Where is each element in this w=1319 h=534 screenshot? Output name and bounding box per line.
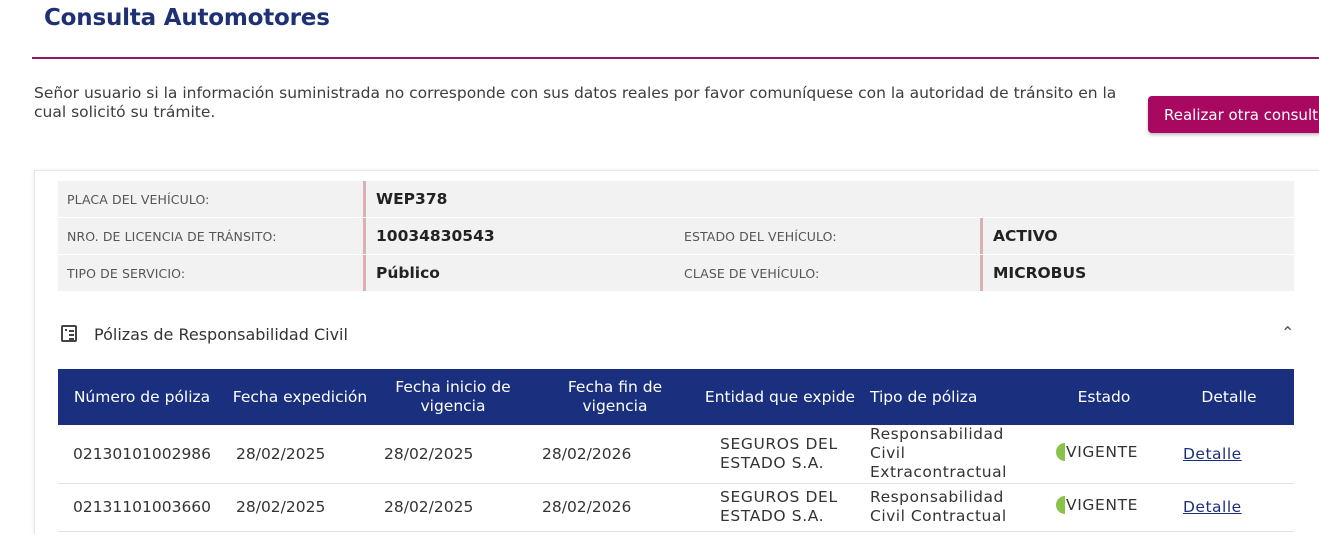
license-value: 10034830543 [363,218,495,254]
end-date: 28/02/2026 [532,483,698,532]
status-cell: VIGENTE [1044,483,1164,532]
policies-section-title: Pólizas de Responsabilidad Civil [94,325,348,344]
table-row: 02131101003660 28/02/2025 28/02/2025 28/… [58,483,1294,532]
policy-type: Responsabilidad Civil Extracontractual [862,425,1044,484]
vehicle-state-label: ESTADO DEL VEHÍCULO: [684,229,837,244]
vehicle-class-value: MICROBUS [980,255,1086,291]
detail-cell: Detalle [1164,483,1294,532]
status-text: VIGENTE [1066,496,1139,514]
detail-link[interactable]: Detalle [1183,445,1242,463]
column-header: Detalle [1164,369,1294,425]
policies-table: Número de póliza Fecha expedición Fecha … [58,369,1294,532]
detail-cell: Detalle [1164,425,1294,484]
title-divider [32,57,1319,59]
info-row-service: TIPO DE SERVICIO: Público CLASE DE VEHÍC… [58,255,1294,291]
start-date: 28/02/2025 [374,425,532,484]
info-row-license: NRO. DE LICENCIA DE TRÁNSITO: 1003483054… [58,218,1294,254]
page: Consulta Automotores Señor usuario si la… [0,0,1319,534]
issuer: SEGUROS DEL ESTADO S.A. [698,425,862,484]
status-badge: VIGENTE [1056,442,1139,461]
start-date: 28/02/2025 [374,483,532,532]
end-date: 28/02/2026 [532,425,698,484]
status-indicator-icon [1056,496,1065,514]
service-type-value: Público [363,255,440,291]
info-row-plate: PLACA DEL VEHÍCULO: WEP378 [58,181,1294,217]
vehicle-state-value: ACTIVO [980,218,1058,254]
policy-number: 02130101002986 [58,425,226,484]
policy-number: 02131101003660 [58,483,226,532]
status-badge: VIGENTE [1056,496,1138,514]
new-query-button[interactable]: Realizar otra consulta [1148,96,1319,133]
status-cell: VIGENTE [1044,425,1164,484]
issuer: SEGUROS DEL ESTADO S.A. [698,483,862,532]
column-header: Fecha inicio de vigencia [374,369,532,425]
column-header: Fecha fin de vigencia [532,369,698,425]
column-header: Tipo de póliza [862,369,1044,425]
column-header: Entidad que expide [698,369,862,425]
status-indicator-icon [1056,442,1065,461]
column-header: Estado [1044,369,1164,425]
chevron-up-icon[interactable]: ⌃ [1281,323,1294,342]
vehicle-class-label: CLASE DE VEHÍCULO: [684,266,820,281]
plate-label: PLACA DEL VEHÍCULO: [67,192,210,207]
list-icon [61,325,77,342]
vehicle-card: PLACA DEL VEHÍCULO: WEP378 NRO. DE LICEN… [34,170,1319,534]
license-label: NRO. DE LICENCIA DE TRÁNSITO: [67,229,277,244]
column-header: Número de póliza [58,369,226,425]
notice-text: Señor usuario si la información suminist… [34,84,1117,121]
status-text: VIGENTE [1066,442,1139,461]
table-header-row: Número de póliza Fecha expedición Fecha … [58,369,1294,425]
column-header: Fecha expedición [226,369,374,425]
service-type-label: TIPO DE SERVICIO: [67,266,186,281]
issue-date: 28/02/2025 [226,425,374,484]
detail-link[interactable]: Detalle [1183,498,1242,516]
policy-type: Responsabilidad Civil Contractual [862,483,1044,532]
page-title: Consulta Automotores [44,5,330,31]
table-row: 02130101002986 28/02/2025 28/02/2025 28/… [58,425,1294,484]
plate-value: WEP378 [363,181,447,217]
issue-date: 28/02/2025 [226,483,374,532]
